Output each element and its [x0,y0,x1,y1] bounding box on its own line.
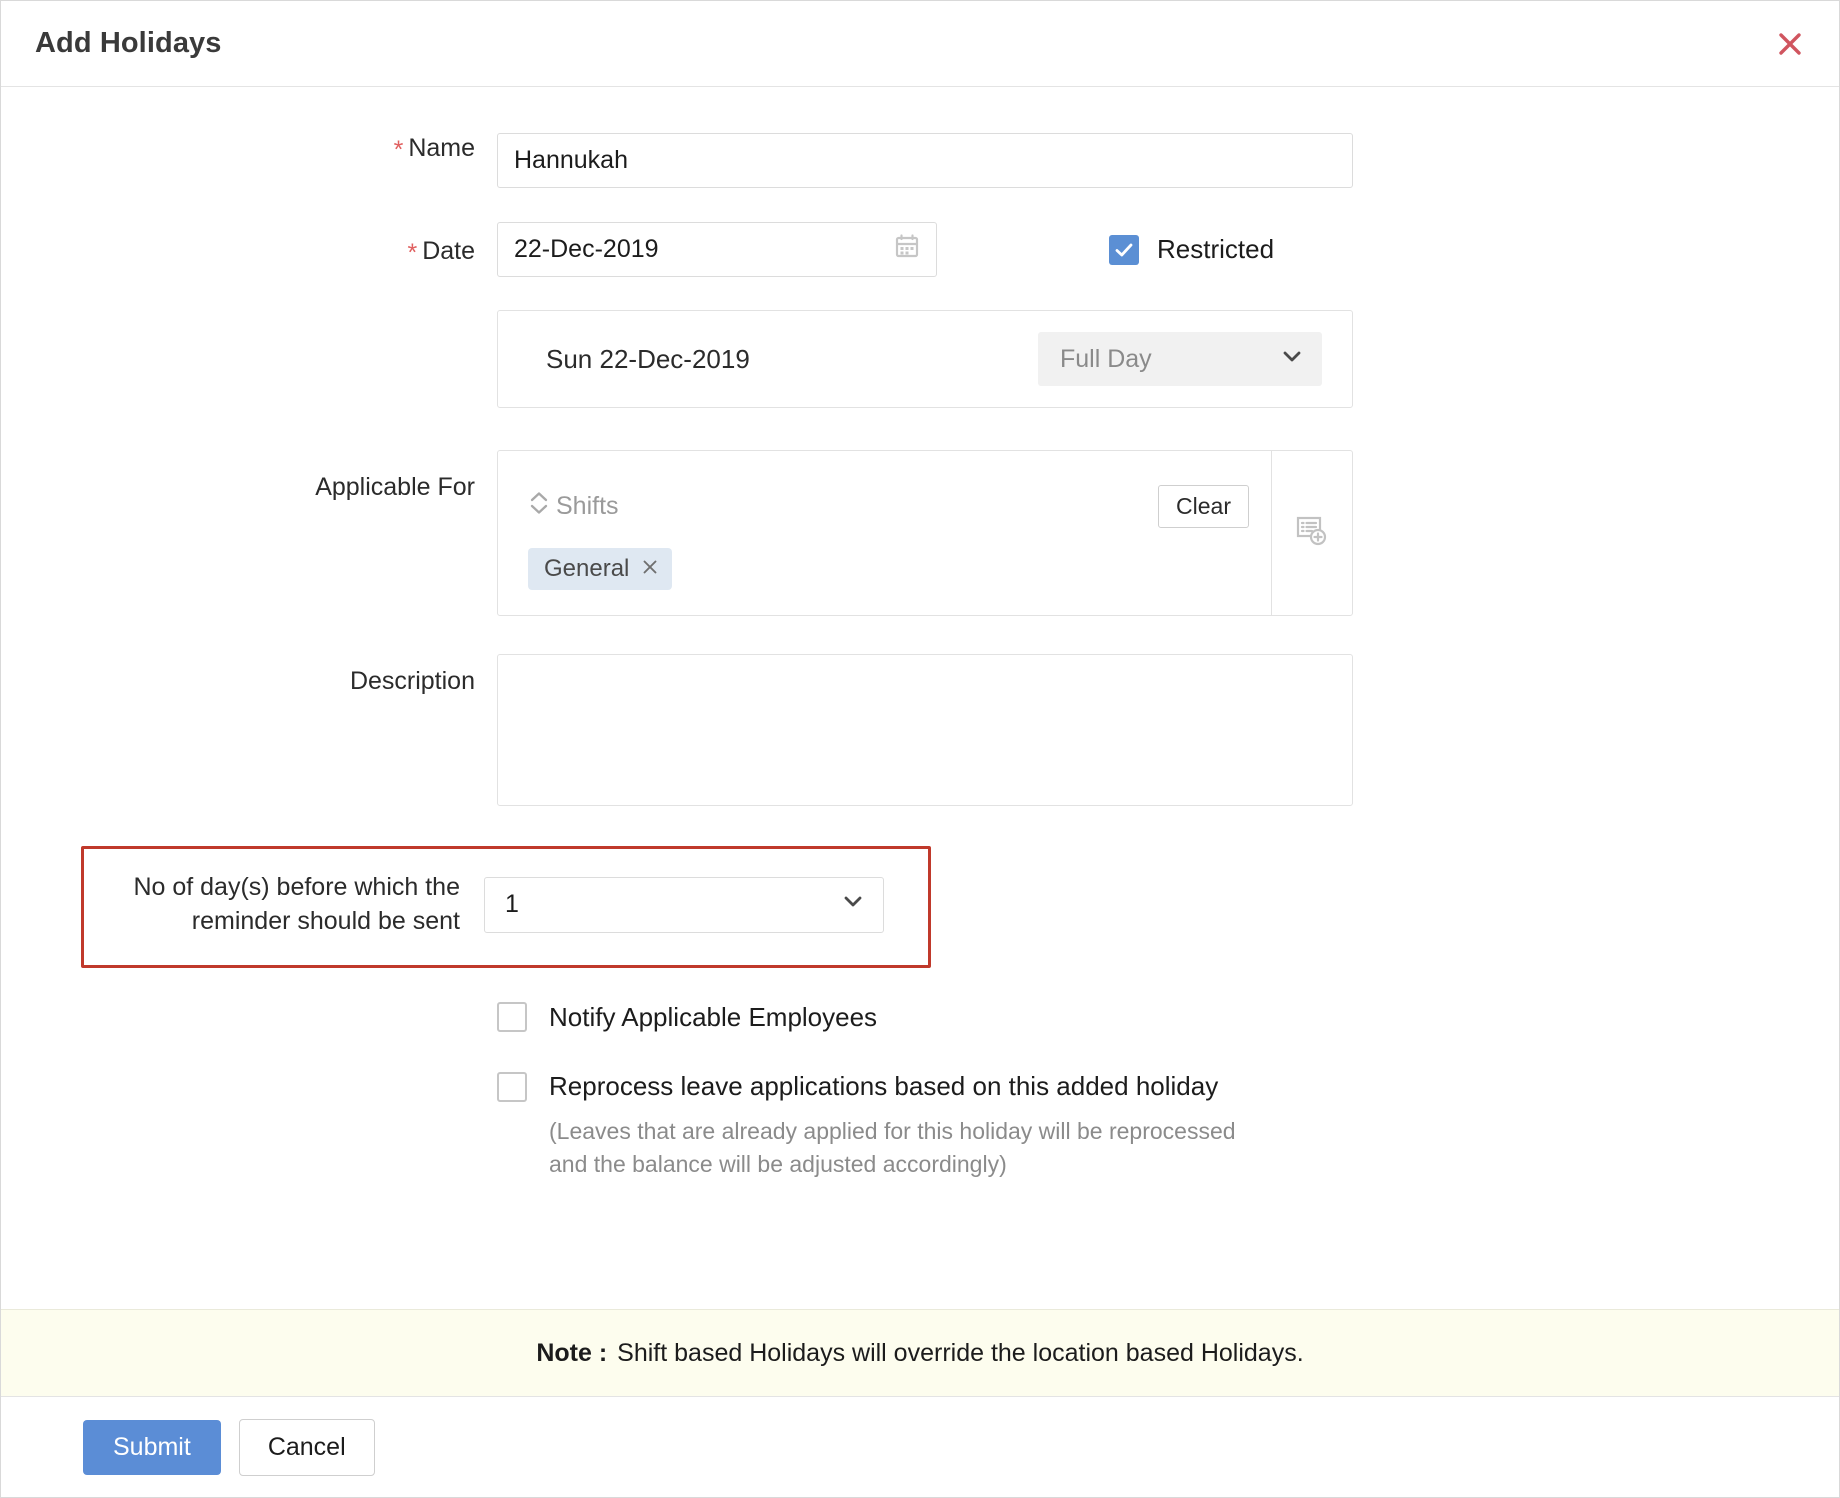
applicable-for-box: Shifts Clear General [497,450,1353,616]
date-field-col: 22-Dec-2019 [497,222,1839,277]
reprocess-row: Reprocess leave applications based on th… [1,1072,1839,1181]
submit-button[interactable]: Submit [83,1420,221,1475]
applicable-for-label: Applicable For [315,473,475,501]
name-input-value: Hannukah [514,146,628,175]
clear-button[interactable]: Clear [1158,485,1249,528]
note-bar: Note : Shift based Holidays will overrid… [1,1309,1839,1397]
notify-checkbox[interactable] [497,1002,527,1032]
description-field-col [497,654,1839,806]
cancel-button[interactable]: Cancel [239,1419,375,1476]
notify-field-col: Notify Applicable Employees [497,1002,1839,1032]
shift-tag: General [528,548,672,590]
restricted-label: Restricted [1157,234,1274,265]
description-row: Description [1,654,1839,806]
notify-checkbox-group[interactable]: Notify Applicable Employees [497,1002,1839,1032]
page-title: Add Holidays [35,27,222,60]
name-label: Name [408,134,475,162]
day-card: Sun 22-Dec-2019 Full Day [497,310,1353,408]
applicable-for-label-col: Applicable For [1,450,497,502]
dialog-footer: Submit Cancel [1,1397,1839,1497]
reminder-days-select[interactable]: 1 [484,877,884,933]
calendar-icon[interactable] [894,233,920,266]
shifts-group-toggle[interactable]: Shifts [528,490,619,523]
applicable-for-side [1272,451,1352,615]
reprocess-label: Reprocess leave applications based on th… [549,1070,1218,1101]
shifts-group-label: Shifts [556,492,619,521]
reminder-label: No of day(s) before which the reminder s… [84,871,484,939]
day-row: Sun 22-Dec-2019 Full Day [1,310,1839,408]
notify-row: Notify Applicable Employees [1,1002,1839,1032]
reprocess-checkbox-group[interactable]: Reprocess leave applications based on th… [497,1072,1839,1181]
name-label-col: *Name [1,133,497,165]
reminder-row-wrap: No of day(s) before which the reminder s… [1,846,1839,970]
applicable-for-field-col: Shifts Clear General [497,450,1839,616]
date-label-col: *Date [1,222,497,268]
dialog-header: Add Holidays [1,1,1839,87]
reprocess-sub-line2: and the balance will be adjusted accordi… [549,1151,1007,1177]
date-row: *Date 22-Dec-2019 [1,222,1839,277]
close-icon[interactable] [1773,27,1807,61]
close-icon[interactable] [641,556,659,582]
description-label: Description [350,667,475,695]
reminder-days-value: 1 [505,890,519,919]
reprocess-checkbox[interactable] [497,1072,527,1102]
list-add-icon[interactable] [1294,513,1330,554]
reprocess-sub-line1: (Leaves that are already applied for thi… [549,1118,1236,1144]
description-textarea[interactable] [497,654,1353,806]
applicable-for-main: Shifts Clear General [498,451,1272,615]
duration-select-value: Full Day [1060,345,1152,374]
required-asterisk: * [407,239,417,267]
shifts-line: Shifts Clear [528,485,1249,528]
dialog-body: *Name Hannukah *Date 22-Dec-2019 [1,87,1839,1309]
name-field-col: Hannukah [497,133,1839,188]
note-text: Shift based Holidays will override the l… [617,1339,1303,1368]
collapse-toggle-icon [528,490,550,523]
day-date-text: Sun 22-Dec-2019 [546,344,750,375]
name-row: *Name Hannukah [1,133,1839,188]
chevron-down-icon [1280,344,1304,375]
reminder-label-line2: reminder should be sent [192,907,460,935]
name-input[interactable]: Hannukah [497,133,1353,188]
date-label: Date [422,237,475,265]
date-input-value: 22-Dec-2019 [514,235,659,264]
shift-tag-label: General [544,555,629,583]
duration-select[interactable]: Full Day [1038,332,1322,386]
description-label-col: Description [1,654,497,696]
restricted-checkbox[interactable] [1109,235,1139,265]
reprocess-text-wrap: Reprocess leave applications based on th… [549,1072,1236,1181]
reprocess-field-col: Reprocess leave applications based on th… [497,1072,1839,1181]
required-asterisk: * [394,136,404,164]
note-label: Note : [536,1339,607,1368]
reminder-highlight-box: No of day(s) before which the reminder s… [81,846,931,968]
date-input[interactable]: 22-Dec-2019 [497,222,937,277]
notify-label: Notify Applicable Employees [549,1002,877,1032]
day-field-col: Sun 22-Dec-2019 Full Day [497,310,1839,408]
chevron-down-icon [841,889,865,920]
restricted-checkbox-group[interactable]: Restricted [1109,234,1274,265]
add-holidays-dialog: Add Holidays *Name Hannukah *Date [0,0,1840,1498]
applicable-for-row: Applicable For [1,450,1839,616]
reprocess-sub-text: (Leaves that are already applied for thi… [549,1115,1236,1182]
reminder-label-line1: No of day(s) before which the [133,873,460,901]
